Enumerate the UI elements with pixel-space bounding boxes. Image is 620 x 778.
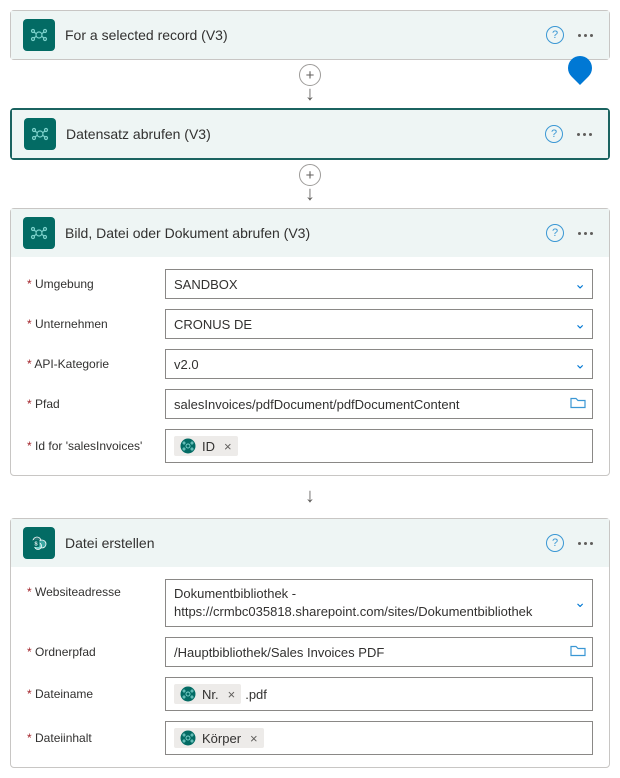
chevron-down-icon[interactable]: ⌄ (574, 276, 586, 293)
connector: ↓ (10, 476, 610, 518)
step-bild-datei-abrufen[interactable]: Bild, Datei oder Dokument abrufen (V3) ?… (10, 208, 610, 476)
bc-token-icon (180, 438, 196, 454)
id-input[interactable]: ID × (165, 429, 593, 463)
chevron-down-icon[interactable]: ⌄ (574, 593, 586, 613)
row-api-kategorie: * API-Kategorie v2.0 ⌄ (27, 349, 593, 379)
row-id-salesinvoices: * Id for 'salesInvoices' ID × (27, 429, 593, 463)
step-for-selected-record[interactable]: For a selected record (V3) ? (10, 10, 610, 60)
field-value-line2: https://crmbc035818.sharepoint.com/sites… (174, 604, 532, 619)
bc-connector-icon (23, 217, 55, 249)
unternehmen-select[interactable]: CRONUS DE ⌄ (165, 309, 593, 339)
token-label: Körper (202, 731, 241, 746)
api-kategorie-select[interactable]: v2.0 ⌄ (165, 349, 593, 379)
dateiname-input[interactable]: Nr. × .pdf (165, 677, 593, 711)
row-dateiname: * Dateiname Nr. × .pdf (27, 677, 593, 711)
field-value: SANDBOX (174, 277, 238, 292)
help-icon[interactable]: ? (546, 26, 564, 44)
step-header[interactable]: Datensatz abrufen (V3) ? (12, 110, 608, 158)
filename-suffix: .pdf (245, 687, 267, 702)
help-icon[interactable]: ? (546, 534, 564, 552)
field-value-line1: Dokumentbibliothek - (174, 586, 296, 601)
label: * Websiteadresse (27, 579, 157, 599)
remove-token-icon[interactable]: × (228, 687, 236, 702)
arrow-down-icon: ↓ (305, 486, 315, 506)
more-icon[interactable] (574, 228, 597, 239)
label: * Id for 'salesInvoices' (27, 439, 157, 453)
arrow-down-icon: ↓ (305, 84, 315, 104)
row-dateiinhalt: * Dateiinhalt Körper × (27, 721, 593, 755)
field-value: /Hauptbibliothek/Sales Invoices PDF (174, 645, 384, 660)
field-value: CRONUS DE (174, 317, 252, 332)
row-umgebung: * Umgebung SANDBOX ⌄ (27, 269, 593, 299)
step-title: For a selected record (V3) (65, 27, 536, 43)
remove-token-icon[interactable]: × (250, 731, 258, 746)
more-icon[interactable] (573, 129, 596, 140)
step-header[interactable]: For a selected record (V3) ? (11, 11, 609, 59)
pfad-input[interactable]: salesInvoices/pdfDocument/pdfDocumentCon… (165, 389, 593, 419)
label: * API-Kategorie (27, 357, 157, 371)
step-title: Datei erstellen (65, 535, 536, 551)
arrow-down-icon: ↓ (305, 184, 315, 204)
add-step-button[interactable]: + (299, 164, 321, 186)
chevron-down-icon[interactable]: ⌄ (574, 356, 586, 373)
remove-token-icon[interactable]: × (224, 439, 232, 454)
step-header[interactable]: Bild, Datei oder Dokument abrufen (V3) ? (11, 209, 609, 257)
field-value: v2.0 (174, 357, 199, 372)
dateiinhalt-input[interactable]: Körper × (165, 721, 593, 755)
token-chip[interactable]: Nr. × (174, 684, 241, 704)
label: * Ordnerpfad (27, 645, 157, 659)
connector: + ↓ (10, 160, 610, 208)
step-body: * Websiteadresse Dokumentbibliothek - ht… (11, 567, 609, 767)
chevron-down-icon[interactable]: ⌄ (574, 316, 586, 333)
step-body: * Umgebung SANDBOX ⌄ * Unternehmen CRONU… (11, 257, 609, 475)
step-title: Bild, Datei oder Dokument abrufen (V3) (65, 225, 536, 241)
websiteadresse-select[interactable]: Dokumentbibliothek - https://crmbc035818… (165, 579, 593, 627)
bc-connector-icon (24, 118, 56, 150)
help-icon[interactable]: ? (545, 125, 563, 143)
sharepoint-connector-icon: S (23, 527, 55, 559)
label: * Dateiname (27, 687, 157, 701)
label: * Unternehmen (27, 317, 157, 331)
token-label: ID (202, 439, 215, 454)
bc-connector-icon (23, 19, 55, 51)
step-datei-erstellen[interactable]: S Datei erstellen ? * Websiteadresse Dok… (10, 518, 610, 768)
umgebung-select[interactable]: SANDBOX ⌄ (165, 269, 593, 299)
token-chip[interactable]: ID × (174, 436, 238, 456)
step-title: Datensatz abrufen (V3) (66, 126, 535, 142)
token-chip[interactable]: Körper × (174, 728, 264, 748)
field-value: salesInvoices/pdfDocument/pdfDocumentCon… (174, 397, 459, 412)
row-websiteadresse: * Websiteadresse Dokumentbibliothek - ht… (27, 579, 593, 627)
bc-token-icon (180, 686, 196, 702)
row-unternehmen: * Unternehmen CRONUS DE ⌄ (27, 309, 593, 339)
ordnerpfad-input[interactable]: /Hauptbibliothek/Sales Invoices PDF (165, 637, 593, 667)
bc-token-icon (180, 730, 196, 746)
label: * Pfad (27, 397, 157, 411)
help-icon[interactable]: ? (546, 224, 564, 242)
connector: + ↓ (10, 60, 610, 108)
folder-picker-icon[interactable] (570, 644, 586, 661)
add-step-button[interactable]: + (299, 64, 321, 86)
row-pfad: * Pfad salesInvoices/pdfDocument/pdfDocu… (27, 389, 593, 419)
folder-picker-icon[interactable] (570, 396, 586, 413)
label: * Dateiinhalt (27, 731, 157, 745)
step-header[interactable]: S Datei erstellen ? (11, 519, 609, 567)
token-label: Nr. (202, 687, 219, 702)
label: * Umgebung (27, 277, 157, 291)
more-icon[interactable] (574, 30, 597, 41)
step-datensatz-abrufen[interactable]: Datensatz abrufen (V3) ? (10, 108, 610, 160)
row-ordnerpfad: * Ordnerpfad /Hauptbibliothek/Sales Invo… (27, 637, 593, 667)
more-icon[interactable] (574, 538, 597, 549)
